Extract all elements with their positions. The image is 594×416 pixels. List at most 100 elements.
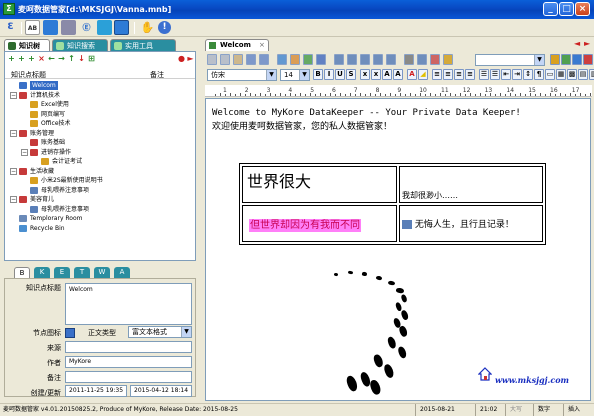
style-select[interactable]: ▼: [475, 54, 545, 66]
author-field[interactable]: MyKore: [65, 356, 192, 368]
tab-prev-icon[interactable]: ◄: [574, 39, 580, 48]
letter-tab[interactable]: A: [114, 267, 130, 278]
type-select[interactable]: 富文本格式 ▼: [128, 326, 192, 338]
close-tab-icon[interactable]: ×: [259, 41, 265, 49]
justify-button[interactable]: ≡: [465, 69, 475, 80]
source-field[interactable]: [65, 341, 192, 353]
search-icon[interactable]: [572, 54, 582, 65]
book-icon[interactable]: Ⓔ: [79, 20, 94, 35]
size-select[interactable]: 14 ▼: [280, 69, 310, 81]
collapse-toggle-icon[interactable]: −: [10, 196, 17, 203]
collapse-toggle-icon[interactable]: −: [21, 148, 28, 156]
paragraph-button[interactable]: ¶: [534, 69, 544, 80]
letter-tab[interactable]: T: [74, 267, 90, 278]
settings-icon[interactable]: [583, 54, 593, 65]
move-down-icon[interactable]: ↓: [78, 55, 85, 63]
note-field[interactable]: [65, 371, 192, 383]
shade-button[interactable]: ▩: [567, 69, 577, 80]
border-button[interactable]: ▦: [556, 69, 566, 80]
data-icon[interactable]: [43, 20, 58, 35]
border-icon[interactable]: [404, 54, 414, 65]
letter-tab[interactable]: W: [94, 267, 110, 278]
letter-tab[interactable]: B: [14, 267, 30, 278]
underline-button[interactable]: U: [335, 69, 345, 80]
align-center-button[interactable]: ≡: [443, 69, 453, 80]
bullets-button[interactable]: ☰: [479, 69, 489, 80]
chart-icon[interactable]: [430, 54, 440, 65]
undo-icon[interactable]: [246, 54, 256, 65]
collapse-toggle-icon[interactable]: −: [10, 129, 17, 137]
split-icon[interactable]: [386, 54, 396, 65]
link-icon[interactable]: [316, 54, 326, 65]
letter-tab[interactable]: K: [34, 267, 50, 278]
outdent-button[interactable]: ⇤: [501, 69, 511, 80]
prev-icon[interactable]: ●: [178, 55, 185, 63]
font-color-button[interactable]: A: [407, 69, 417, 80]
grow-font-button[interactable]: A: [382, 69, 392, 80]
color-b-button[interactable]: ▥: [589, 69, 594, 80]
hand-icon[interactable]: ✋: [140, 20, 155, 35]
paste-icon[interactable]: [233, 54, 243, 65]
add-sub-icon[interactable]: +: [28, 55, 35, 63]
tree-icon[interactable]: [61, 20, 76, 35]
line-spacing-button[interactable]: ↕: [523, 69, 533, 80]
font-select[interactable]: 仿宋 ▼: [207, 69, 277, 81]
superscript-button[interactable]: x: [371, 69, 381, 80]
replace-icon[interactable]: [290, 54, 300, 65]
image-icon[interactable]: [303, 54, 313, 65]
symbol-icon[interactable]: [443, 54, 453, 65]
delete-node-icon[interactable]: ×: [38, 55, 45, 63]
title-field[interactable]: Welcom: [65, 283, 192, 325]
indent-button[interactable]: ⇥: [512, 69, 522, 80]
info-icon[interactable]: !: [158, 21, 171, 34]
move-right-icon[interactable]: →: [58, 55, 65, 63]
color-a-button[interactable]: ▤: [578, 69, 588, 80]
table-icon[interactable]: [334, 54, 344, 65]
strike-button[interactable]: S: [346, 69, 356, 80]
collapse-toggle-icon[interactable]: −: [10, 167, 17, 175]
highlight-icon[interactable]: [561, 54, 571, 65]
subscript-button[interactable]: x: [360, 69, 370, 80]
find-icon[interactable]: [277, 54, 287, 65]
grid-icon[interactable]: [417, 54, 427, 65]
node-icon-picker-icon[interactable]: [65, 328, 75, 338]
add-node-icon[interactable]: +: [8, 55, 15, 63]
numbering-button[interactable]: ☰: [490, 69, 500, 80]
highlight-color-button[interactable]: ◢: [418, 69, 428, 80]
tab-next-icon[interactable]: ►: [584, 39, 590, 48]
close-button[interactable]: ×: [575, 2, 590, 16]
add-child-icon[interactable]: +: [18, 55, 25, 63]
tab-knowledge-tree[interactable]: 知识树: [4, 39, 50, 51]
align-right-button[interactable]: ≡: [454, 69, 464, 80]
tab-welcom[interactable]: Welcom ×: [205, 39, 269, 51]
letter-tab[interactable]: E: [54, 267, 70, 278]
search-icon[interactable]: [97, 20, 112, 35]
grid-icon[interactable]: [114, 20, 129, 35]
tab-tools[interactable]: 实用工具: [110, 39, 176, 51]
footprint-icon: [400, 293, 408, 304]
tab-knowledge-search[interactable]: 知识搜索: [52, 39, 108, 51]
note-icon[interactable]: AB: [25, 20, 40, 35]
collapse-toggle-icon[interactable]: −: [10, 91, 17, 99]
copy-icon[interactable]: [220, 54, 230, 65]
logo-icon[interactable]: Ɛ: [3, 20, 18, 35]
minimize-button[interactable]: _: [543, 2, 558, 16]
expand-all-icon[interactable]: ⊞: [88, 55, 95, 63]
cut-icon[interactable]: [207, 54, 217, 65]
document-editor[interactable]: Welcome to MyKore DataKeeper -- Your Pri…: [205, 98, 591, 401]
bold-button[interactable]: B: [313, 69, 323, 80]
italic-button[interactable]: I: [324, 69, 334, 80]
redo-icon[interactable]: [259, 54, 269, 65]
next-icon[interactable]: ►: [187, 55, 194, 63]
merge-icon[interactable]: [373, 54, 383, 65]
website-link[interactable]: www.mksjgj.com: [495, 375, 569, 385]
move-up-icon[interactable]: ↑: [68, 55, 75, 63]
pencil-icon[interactable]: [550, 54, 560, 65]
align-left-button[interactable]: ≡: [432, 69, 442, 80]
move-left-icon[interactable]: ←: [48, 55, 55, 63]
shrink-font-button[interactable]: A: [393, 69, 403, 80]
page-button[interactable]: ▭: [545, 69, 555, 80]
insert-row-icon[interactable]: [347, 54, 357, 65]
insert-col-icon[interactable]: [360, 54, 370, 65]
maximize-button[interactable]: □: [559, 2, 574, 16]
